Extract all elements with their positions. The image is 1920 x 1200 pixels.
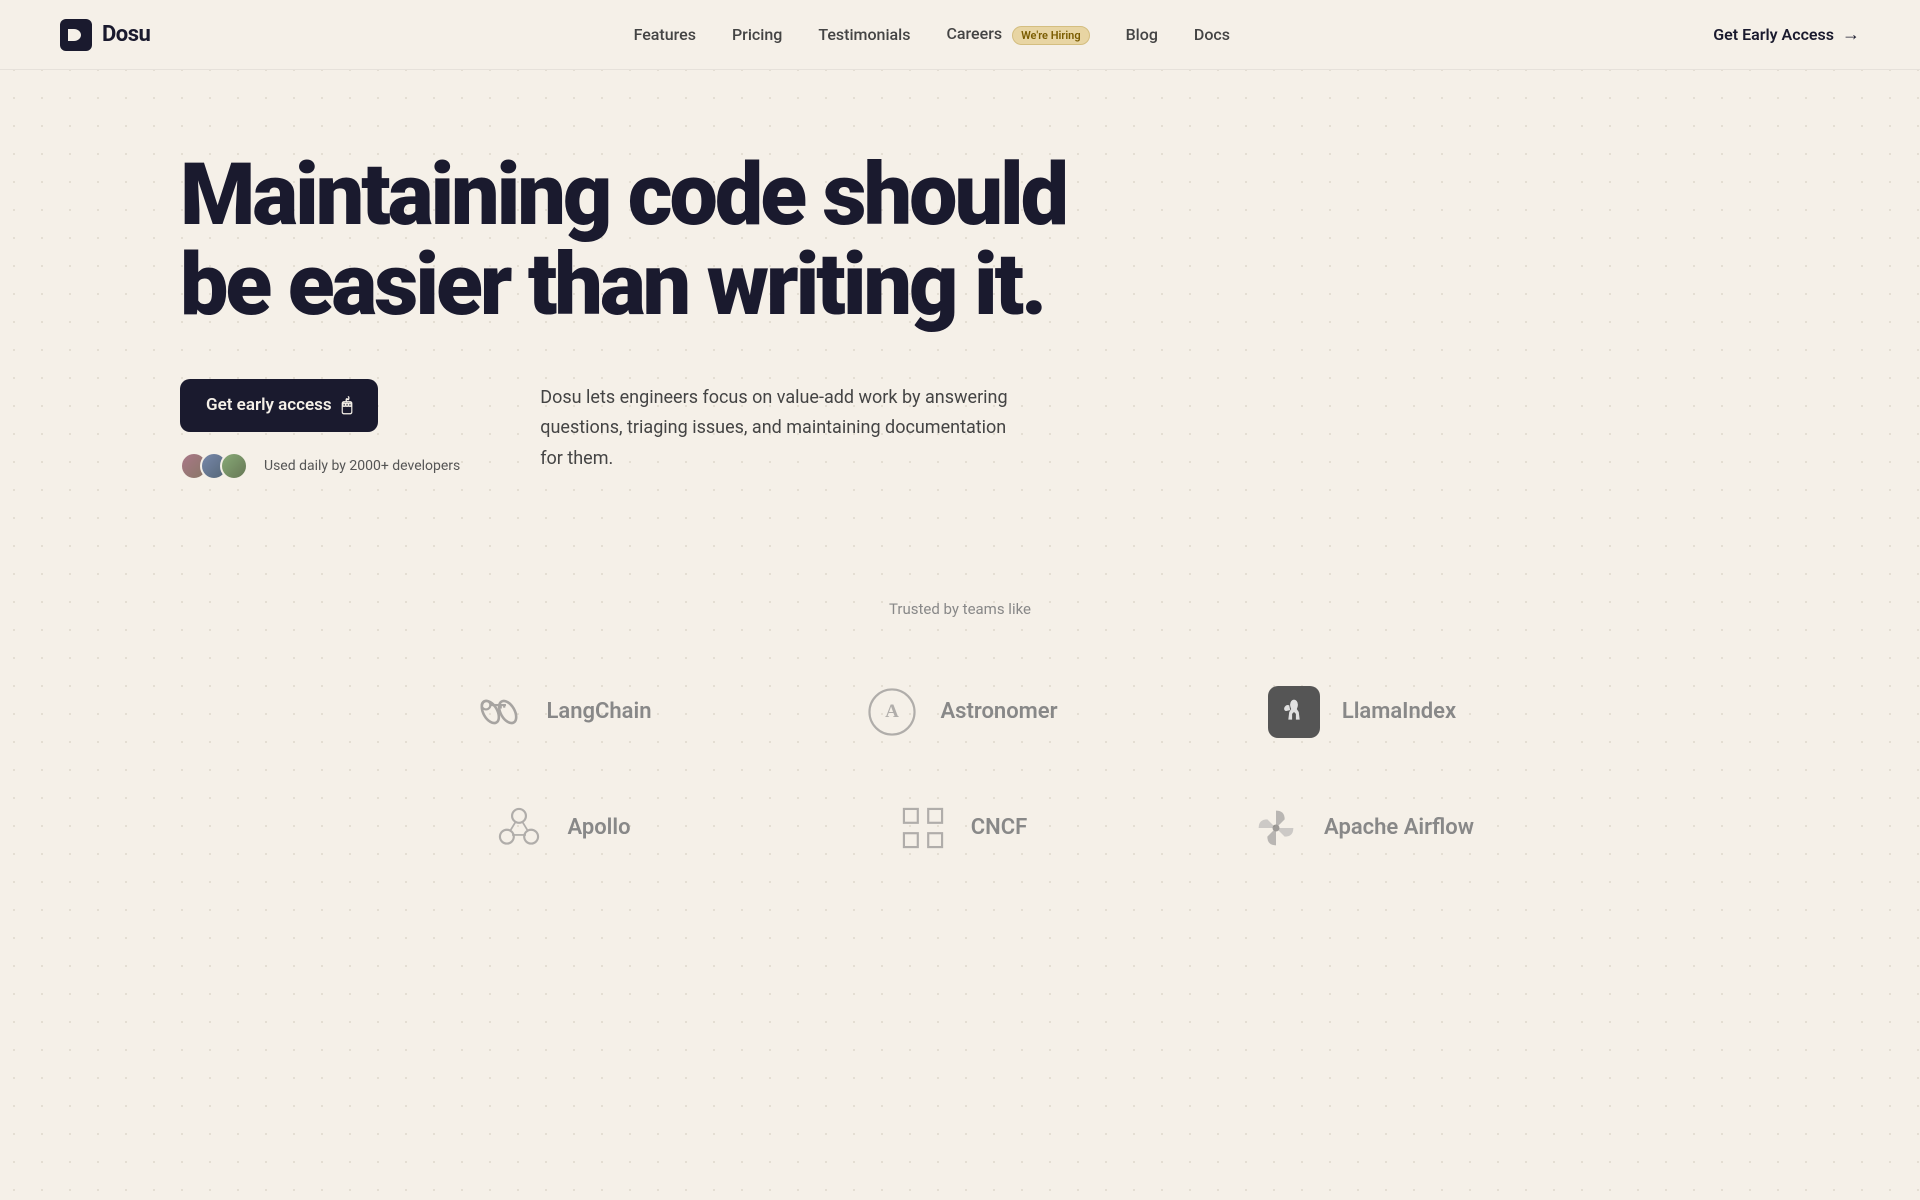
social-proof: Used daily by 2000+ developers <box>180 452 460 480</box>
nav-link-blog[interactable]: Blog <box>1126 25 1158 44</box>
nav-link-careers[interactable]: Careers We're Hiring <box>946 24 1089 43</box>
apollo-icon <box>493 802 545 854</box>
dosu-logo-icon <box>60 19 92 51</box>
nav-item-features[interactable]: Features <box>634 25 696 44</box>
hiring-badge: We're Hiring <box>1012 26 1090 45</box>
trusted-section: Trusted by teams like LangChain <box>0 540 1920 914</box>
social-proof-text: Used daily by 2000+ developers <box>264 458 460 474</box>
astronomer-icon-wrap: A <box>862 682 922 742</box>
trusted-label: Trusted by teams like <box>60 600 1860 618</box>
cncf-icon <box>897 802 949 854</box>
logo-item-cncf: CNCF <box>760 782 1160 874</box>
apollo-name: Apollo <box>567 815 630 840</box>
logo-item-apollo: Apollo <box>360 782 760 874</box>
logo-item-llamaindex: LlamaIndex <box>1160 666 1560 758</box>
cncf-name: CNCF <box>971 815 1027 840</box>
nav-link-pricing[interactable]: Pricing <box>732 25 782 44</box>
nav-cta-button[interactable]: Get Early Access → <box>1713 24 1860 45</box>
nav-links-list: Features Pricing Testimonials Careers We… <box>634 24 1230 44</box>
nav-link-docs[interactable]: Docs <box>1194 25 1230 44</box>
llamaindex-icon-wrap <box>1264 682 1324 742</box>
airflow-name: Apache Airflow <box>1324 815 1474 840</box>
hero-left-col: Get early access 🖱 Used daily by 2000+ d… <box>180 379 460 480</box>
nav-link-testimonials[interactable]: Testimonials <box>818 25 910 44</box>
brand-name: Dosu <box>102 22 150 47</box>
apollo-icon-wrap <box>489 798 549 858</box>
nav-item-blog[interactable]: Blog <box>1126 25 1158 44</box>
llamaindex-name: LlamaIndex <box>1342 699 1456 724</box>
nav-item-docs[interactable]: Docs <box>1194 25 1230 44</box>
logo-link[interactable]: Dosu <box>60 19 150 51</box>
airflow-icon-wrap <box>1246 798 1306 858</box>
nav-link-features[interactable]: Features <box>634 25 696 44</box>
hero-headline: Maintaining code should be easier than w… <box>180 150 1160 331</box>
logo-item-airflow: Apache Airflow <box>1160 782 1560 874</box>
nav-item-pricing[interactable]: Pricing <box>732 25 782 44</box>
logo-item-langchain: LangChain <box>360 666 760 758</box>
nav-item-careers[interactable]: Careers We're Hiring <box>946 24 1089 44</box>
hero-section: Maintaining code should be easier than w… <box>0 70 1300 540</box>
cta-button[interactable]: Get early access 🖱 <box>180 379 378 432</box>
cursor-icon: 🖱 <box>342 395 353 416</box>
avatars-group <box>180 452 240 480</box>
langchain-icon-wrap <box>469 682 529 742</box>
hero-bottom: Get early access 🖱 Used daily by 2000+ d… <box>180 379 1240 480</box>
astronomer-name: Astronomer <box>940 699 1057 724</box>
svg-text:A: A <box>886 701 900 722</box>
nav-cta-arrow: → <box>1842 24 1860 45</box>
hero-description: Dosu lets engineers focus on value-add w… <box>540 379 1020 475</box>
astronomer-icon: A <box>866 686 918 738</box>
langchain-name: LangChain <box>547 699 652 724</box>
airflow-icon <box>1250 802 1302 854</box>
nav-cta-label: Get Early Access <box>1713 25 1834 44</box>
logo-item-astronomer: A Astronomer <box>760 666 1160 758</box>
llamaindex-icon <box>1268 686 1320 738</box>
nav-item-testimonials[interactable]: Testimonials <box>818 25 910 44</box>
langchain-icon <box>473 686 525 738</box>
avatar-3 <box>220 452 248 480</box>
cncf-icon-wrap <box>893 798 953 858</box>
main-nav: Dosu Features Pricing Testimonials Caree… <box>0 0 1920 70</box>
cta-button-label: Get early access <box>206 395 332 415</box>
logos-grid: LangChain A Astronomer <box>360 666 1560 874</box>
